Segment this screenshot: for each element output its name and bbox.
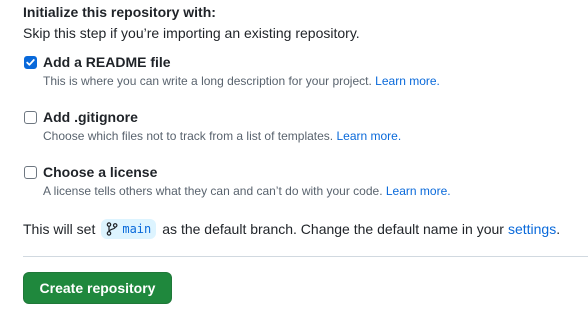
license-learn-more-link[interactable]: Learn more. bbox=[386, 184, 451, 198]
gitignore-description-text: Choose which files not to track from a l… bbox=[43, 129, 334, 143]
default-branch-note: This will set main as the default branch… bbox=[23, 219, 560, 239]
gitignore-label[interactable]: Add .gitignore bbox=[43, 109, 138, 125]
license-checkbox[interactable] bbox=[24, 166, 37, 179]
option-gitignore: Add .gitignore Choose which files not to… bbox=[23, 109, 583, 143]
readme-description-text: This is where you can write a long descr… bbox=[43, 74, 372, 88]
branch-prefix-text: This will set bbox=[23, 221, 96, 237]
checkmark-icon bbox=[26, 59, 35, 66]
readme-checkbox[interactable] bbox=[24, 56, 37, 69]
branch-name-chip: main bbox=[101, 219, 157, 239]
option-license: Choose a license A license tells others … bbox=[23, 164, 583, 198]
license-description-text: A license tells others what they can and… bbox=[43, 184, 383, 198]
gitignore-description: Choose which files not to track from a l… bbox=[43, 129, 401, 143]
branch-suffix-text: . bbox=[556, 221, 561, 237]
readme-description: This is where you can write a long descr… bbox=[43, 74, 440, 88]
init-subheading: Skip this step if you’re importing an ex… bbox=[23, 25, 360, 41]
init-heading: Initialize this repository with: bbox=[23, 4, 216, 20]
branch-middle-text: as the default branch. Change the defaul… bbox=[162, 221, 504, 237]
repository-init-section: Initialize this repository with: Skip th… bbox=[0, 0, 588, 319]
git-branch-icon bbox=[107, 222, 118, 236]
branch-name: main bbox=[122, 222, 152, 236]
option-readme: Add a README file This is where you can … bbox=[23, 54, 583, 88]
readme-learn-more-link[interactable]: Learn more. bbox=[375, 74, 440, 88]
create-repository-button[interactable]: Create repository bbox=[23, 272, 172, 304]
license-label[interactable]: Choose a license bbox=[43, 164, 157, 180]
gitignore-checkbox[interactable] bbox=[24, 111, 37, 124]
readme-label[interactable]: Add a README file bbox=[43, 54, 171, 70]
settings-link[interactable]: settings bbox=[508, 221, 556, 237]
gitignore-learn-more-link[interactable]: Learn more. bbox=[336, 129, 401, 143]
license-description: A license tells others what they can and… bbox=[43, 184, 451, 198]
divider bbox=[23, 256, 588, 257]
